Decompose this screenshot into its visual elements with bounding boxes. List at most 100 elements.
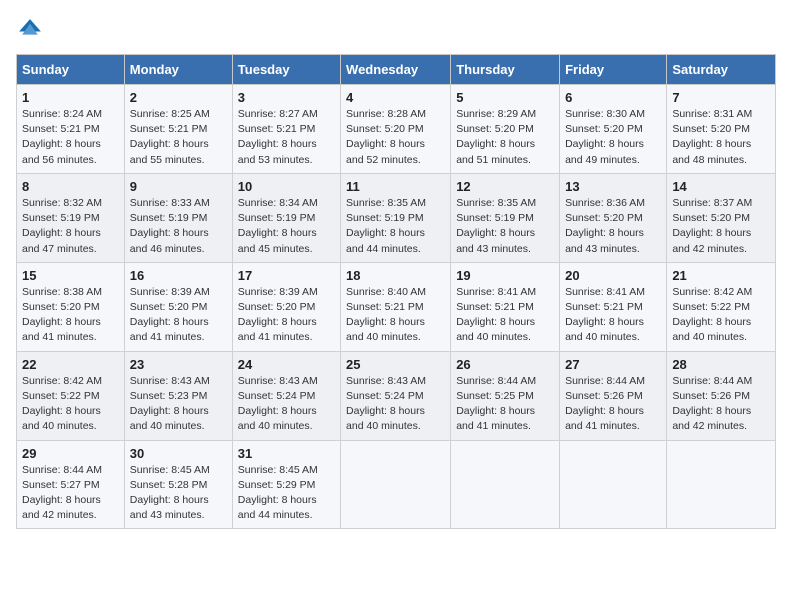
- calendar-cell: 30 Sunrise: 8:45 AMSunset: 5:28 PMDayligh…: [124, 440, 232, 529]
- day-info: Sunrise: 8:44 AMSunset: 5:27 PMDaylight:…: [22, 463, 119, 524]
- calendar-cell: 11 Sunrise: 8:35 AMSunset: 5:19 PMDayligh…: [341, 173, 451, 262]
- day-number: 15: [22, 268, 119, 283]
- day-number: 10: [238, 179, 335, 194]
- calendar-cell: 1 Sunrise: 8:24 AMSunset: 5:21 PMDaylight…: [17, 85, 125, 174]
- calendar-week-row: 8 Sunrise: 8:32 AMSunset: 5:19 PMDaylight…: [17, 173, 776, 262]
- calendar-cell: 16 Sunrise: 8:39 AMSunset: 5:20 PMDayligh…: [124, 262, 232, 351]
- calendar-cell: 4 Sunrise: 8:28 AMSunset: 5:20 PMDaylight…: [341, 85, 451, 174]
- day-info: Sunrise: 8:42 AMSunset: 5:22 PMDaylight:…: [672, 285, 770, 346]
- calendar-cell: 19 Sunrise: 8:41 AMSunset: 5:21 PMDayligh…: [451, 262, 560, 351]
- day-number: 19: [456, 268, 554, 283]
- day-number: 26: [456, 357, 554, 372]
- day-number: 11: [346, 179, 445, 194]
- day-number: 5: [456, 90, 554, 105]
- day-number: 7: [672, 90, 770, 105]
- calendar-table: SundayMondayTuesdayWednesdayThursdayFrid…: [16, 54, 776, 529]
- calendar-cell: 31Sunrise: 8:45 AMSunset: 5:29 PMDayligh…: [232, 440, 340, 529]
- day-number: 20: [565, 268, 661, 283]
- calendar-cell: 2Sunrise: 8:25 AMSunset: 5:21 PMDaylight…: [124, 85, 232, 174]
- day-number: 16: [130, 268, 227, 283]
- day-info: Sunrise: 8:43 AMSunset: 5:24 PMDaylight:…: [346, 374, 445, 435]
- calendar-week-row: 1 Sunrise: 8:24 AMSunset: 5:21 PMDaylight…: [17, 85, 776, 174]
- day-number: 4: [346, 90, 445, 105]
- logo: [16, 16, 48, 44]
- calendar-cell: 20 Sunrise: 8:41 AMSunset: 5:21 PMDayligh…: [560, 262, 667, 351]
- day-number: 14: [672, 179, 770, 194]
- day-number: 29: [22, 446, 119, 461]
- calendar-cell: 22 Sunrise: 8:42 AMSunset: 5:22 PMDayligh…: [17, 351, 125, 440]
- day-number: 24: [238, 357, 335, 372]
- day-number: 6: [565, 90, 661, 105]
- calendar-cell: 10 Sunrise: 8:34 AMSunset: 5:19 PMDayligh…: [232, 173, 340, 262]
- day-number: 28: [672, 357, 770, 372]
- day-number: 27: [565, 357, 661, 372]
- header-wednesday: Wednesday: [341, 55, 451, 85]
- day-number: 1: [22, 90, 119, 105]
- logo-icon: [16, 16, 44, 44]
- day-info: Sunrise: 8:32 AMSunset: 5:19 PMDaylight:…: [22, 196, 119, 257]
- day-number: 18: [346, 268, 445, 283]
- calendar-cell: 18 Sunrise: 8:40 AMSunset: 5:21 PMDayligh…: [341, 262, 451, 351]
- day-info: Sunrise: 8:38 AMSunset: 5:20 PMDaylight:…: [22, 285, 119, 346]
- day-info: Sunrise: 8:35 AMSunset: 5:19 PMDaylight:…: [456, 196, 554, 257]
- day-number: 2: [130, 90, 227, 105]
- day-info: Sunrise: 8:34 AMSunset: 5:19 PMDaylight:…: [238, 196, 335, 257]
- day-number: 8: [22, 179, 119, 194]
- header-friday: Friday: [560, 55, 667, 85]
- calendar-week-row: 29 Sunrise: 8:44 AMSunset: 5:27 PMDayligh…: [17, 440, 776, 529]
- day-number: 23: [130, 357, 227, 372]
- calendar-header-row: SundayMondayTuesdayWednesdayThursdayFrid…: [17, 55, 776, 85]
- day-info: Sunrise: 8:41 AMSunset: 5:21 PMDaylight:…: [456, 285, 554, 346]
- day-info: Sunrise: 8:43 AMSunset: 5:24 PMDaylight:…: [238, 374, 335, 435]
- day-info: Sunrise: 8:39 AMSunset: 5:20 PMDaylight:…: [238, 285, 335, 346]
- calendar-cell: 26Sunrise: 8:44 AMSunset: 5:25 PMDayligh…: [451, 351, 560, 440]
- calendar-week-row: 15 Sunrise: 8:38 AMSunset: 5:20 PMDayligh…: [17, 262, 776, 351]
- day-info: Sunrise: 8:43 AMSunset: 5:23 PMDaylight:…: [130, 374, 227, 435]
- day-info: Sunrise: 8:37 AMSunset: 5:20 PMDaylight:…: [672, 196, 770, 257]
- day-number: 3: [238, 90, 335, 105]
- header-sunday: Sunday: [17, 55, 125, 85]
- day-info: Sunrise: 8:41 AMSunset: 5:21 PMDaylight:…: [565, 285, 661, 346]
- day-info: Sunrise: 8:40 AMSunset: 5:21 PMDaylight:…: [346, 285, 445, 346]
- day-info: Sunrise: 8:29 AMSunset: 5:20 PMDaylight:…: [456, 107, 554, 168]
- calendar-cell: 6Sunrise: 8:30 AMSunset: 5:20 PMDaylight…: [560, 85, 667, 174]
- day-number: 30: [130, 446, 227, 461]
- day-number: 17: [238, 268, 335, 283]
- calendar-cell: 15 Sunrise: 8:38 AMSunset: 5:20 PMDayligh…: [17, 262, 125, 351]
- day-info: Sunrise: 8:35 AMSunset: 5:19 PMDaylight:…: [346, 196, 445, 257]
- calendar-cell: 9Sunrise: 8:33 AMSunset: 5:19 PMDaylight…: [124, 173, 232, 262]
- day-info: Sunrise: 8:42 AMSunset: 5:22 PMDaylight:…: [22, 374, 119, 435]
- calendar-cell: 17 Sunrise: 8:39 AMSunset: 5:20 PMDayligh…: [232, 262, 340, 351]
- calendar-cell: 29 Sunrise: 8:44 AMSunset: 5:27 PMDayligh…: [17, 440, 125, 529]
- day-info: Sunrise: 8:45 AMSunset: 5:28 PMDaylight:…: [130, 463, 227, 524]
- calendar-cell: [560, 440, 667, 529]
- calendar-cell: 21 Sunrise: 8:42 AMSunset: 5:22 PMDayligh…: [667, 262, 776, 351]
- day-info: Sunrise: 8:24 AMSunset: 5:21 PMDaylight:…: [22, 107, 119, 168]
- day-info: Sunrise: 8:36 AMSunset: 5:20 PMDaylight:…: [565, 196, 661, 257]
- day-number: 21: [672, 268, 770, 283]
- calendar-cell: 27Sunrise: 8:44 AMSunset: 5:26 PMDayligh…: [560, 351, 667, 440]
- calendar-cell: [667, 440, 776, 529]
- day-info: Sunrise: 8:44 AMSunset: 5:26 PMDaylight:…: [672, 374, 770, 435]
- day-number: 9: [130, 179, 227, 194]
- calendar-cell: [451, 440, 560, 529]
- day-number: 13: [565, 179, 661, 194]
- day-info: Sunrise: 8:27 AMSunset: 5:21 PMDaylight:…: [238, 107, 335, 168]
- calendar-cell: 7 Sunrise: 8:31 AMSunset: 5:20 PMDaylight…: [667, 85, 776, 174]
- calendar-cell: 8 Sunrise: 8:32 AMSunset: 5:19 PMDaylight…: [17, 173, 125, 262]
- day-number: 22: [22, 357, 119, 372]
- page-header: [16, 16, 776, 44]
- calendar-cell: 14 Sunrise: 8:37 AMSunset: 5:20 PMDayligh…: [667, 173, 776, 262]
- day-info: Sunrise: 8:39 AMSunset: 5:20 PMDaylight:…: [130, 285, 227, 346]
- calendar-cell: 28 Sunrise: 8:44 AMSunset: 5:26 PMDayligh…: [667, 351, 776, 440]
- calendar-cell: 24 Sunrise: 8:43 AMSunset: 5:24 PMDayligh…: [232, 351, 340, 440]
- header-tuesday: Tuesday: [232, 55, 340, 85]
- day-info: Sunrise: 8:28 AMSunset: 5:20 PMDaylight:…: [346, 107, 445, 168]
- calendar-cell: 25 Sunrise: 8:43 AMSunset: 5:24 PMDayligh…: [341, 351, 451, 440]
- day-number: 25: [346, 357, 445, 372]
- calendar-cell: [341, 440, 451, 529]
- day-info: Sunrise: 8:31 AMSunset: 5:20 PMDaylight:…: [672, 107, 770, 168]
- day-info: Sunrise: 8:45 AMSunset: 5:29 PMDaylight:…: [238, 463, 335, 524]
- calendar-cell: 5 Sunrise: 8:29 AMSunset: 5:20 PMDaylight…: [451, 85, 560, 174]
- header-monday: Monday: [124, 55, 232, 85]
